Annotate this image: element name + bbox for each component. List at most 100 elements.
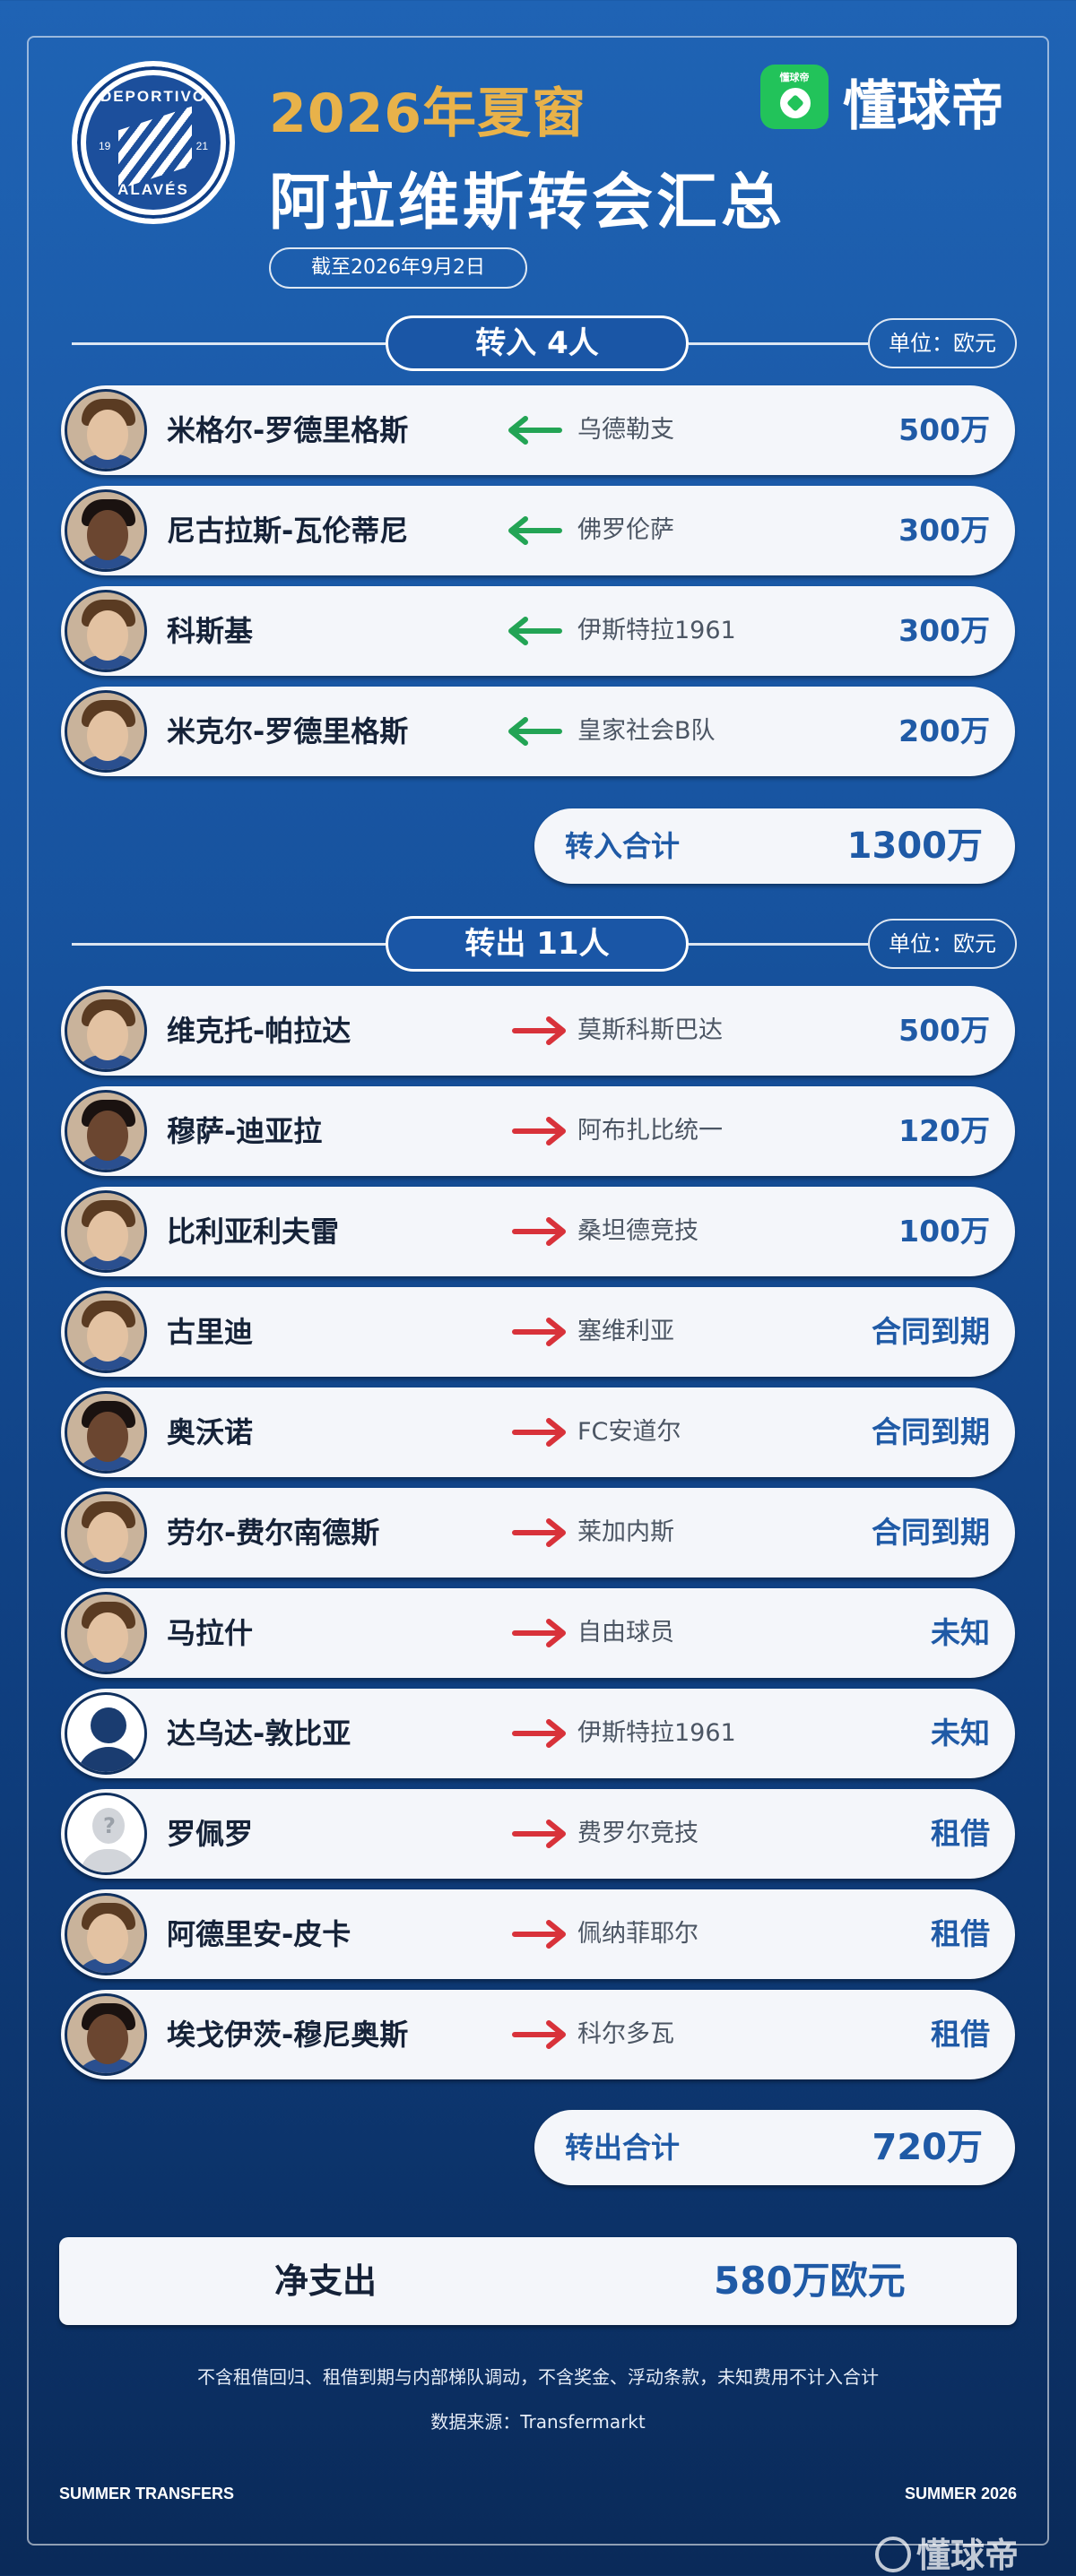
transfer-fee: 租借 — [931, 2017, 990, 2052]
brand-icon-label: 懂球帝 — [779, 72, 810, 83]
player-avatar — [65, 1190, 147, 1273]
transfer-fee: 300万 — [898, 613, 990, 648]
arrow-in-icon — [508, 616, 563, 646]
total-value: 1300万 — [846, 826, 983, 867]
player-avatar — [65, 1993, 147, 2076]
transfer-fee: 120万 — [898, 1113, 990, 1148]
club-logo-stripes — [118, 106, 192, 190]
club-name: 自由球员 — [577, 1619, 674, 1647]
arrow-out-icon — [511, 1317, 567, 1347]
page-title: 阿拉维斯转会汇总 — [269, 168, 786, 238]
brand-logo-icon: 懂球帝 — [760, 65, 829, 129]
arrow-out-icon — [511, 1216, 567, 1247]
club-name: 伊斯特拉1961 — [577, 1719, 736, 1747]
footnote: 不含租借回归、租借到期与内部梯队调动，不含奖金、浮动条款，未知费用不计入合计 — [197, 2366, 879, 2388]
club-name: 塞维利亚 — [577, 1318, 674, 1345]
transfer-fee: 合同到期 — [872, 1414, 990, 1449]
arrow-out-icon — [511, 1016, 567, 1046]
transfer-row: 奥沃诺 FC安道尔 合同到期 — [61, 1387, 1015, 1477]
player-name: 罗佩罗 — [167, 1817, 254, 1851]
watermark-text: 懂球帝 — [916, 2536, 1020, 2575]
default-avatar-icon — [65, 1692, 147, 1775]
transfer-fee: 租借 — [931, 1816, 990, 1851]
player-avatar — [65, 590, 147, 672]
arrow-out-icon — [511, 1718, 567, 1749]
player-name: 科斯基 — [167, 614, 254, 648]
club-name: 阿布扎比统一 — [577, 1117, 723, 1145]
club-name: 费罗尔竞技 — [577, 1820, 699, 1847]
total-value: 720万 — [872, 2127, 984, 2168]
unit-badge: 单位：欧元 — [868, 318, 1017, 368]
arrow-out-icon — [511, 1116, 567, 1146]
club-name: FC安道尔 — [577, 1418, 681, 1446]
transfer-row: 古里迪 塞维利亚 合同到期 — [61, 1287, 1015, 1377]
arrow-out-icon — [511, 1819, 567, 1849]
player-name: 阿德里安-皮卡 — [167, 1917, 351, 1951]
arrow-in-icon — [508, 716, 563, 747]
player-name: 马拉什 — [167, 1616, 254, 1650]
club-name: 皇家社会B队 — [577, 717, 716, 745]
player-avatar — [65, 1090, 147, 1172]
club-name: 乌德勒支 — [577, 416, 674, 444]
section-divider — [72, 943, 386, 946]
club-name: 佛罗伦萨 — [577, 516, 674, 544]
player-name: 古里迪 — [167, 1315, 254, 1349]
total-label: 转入合计 — [565, 829, 681, 863]
player-name: 米克尔-罗德里格斯 — [167, 714, 409, 748]
transfer-fee: 租借 — [931, 1916, 990, 1951]
arrow-in-icon — [508, 415, 563, 445]
player-avatar — [65, 1491, 147, 1574]
data-source: 数据来源：Transfermarkt — [430, 2411, 646, 2433]
unit-badge: 单位：欧元 — [868, 919, 1017, 969]
player-avatar — [65, 1391, 147, 1474]
transfer-fee: 200万 — [898, 713, 990, 748]
transfer-row: 尼古拉斯-瓦伦蒂尼 佛罗伦萨 300万 — [61, 486, 1015, 575]
club-name: 佩纳菲耶尔 — [577, 1920, 699, 1948]
club-logo: DEPORTIVO 19 21 ALAVÉS — [72, 61, 235, 224]
club-name: 伊斯特拉1961 — [577, 617, 736, 644]
club-logo-year-left: 19 — [99, 140, 111, 152]
net-spend-label: 净支出 — [274, 2261, 377, 2301]
player-name: 米格尔-罗德里格斯 — [167, 413, 409, 447]
transfer-row: 埃戈伊茨-穆尼奥斯 科尔多瓦 租借 — [61, 1990, 1015, 2079]
transfer-row: 维克托-帕拉达 莫斯科斯巴达 500万 — [61, 986, 1015, 1076]
player-avatar — [65, 990, 147, 1072]
player-name: 达乌达-敦比亚 — [167, 1716, 351, 1750]
transfer-row: 科斯基 伊斯特拉1961 300万 — [61, 586, 1015, 676]
transfer-fee: 100万 — [898, 1214, 990, 1249]
player-avatar — [65, 489, 147, 572]
transfers-in-header: 转入 4人 — [386, 316, 689, 371]
player-avatar — [65, 1291, 147, 1373]
footer-right-text: SUMMER 2026 — [904, 2485, 1017, 2503]
player-avatar — [65, 1592, 147, 1674]
club-name: 桑坦德竞技 — [577, 1217, 699, 1245]
transfers-out-total: 转出合计 720万 — [534, 2110, 1015, 2185]
club-name: 科尔多瓦 — [577, 2020, 674, 2048]
arrow-out-icon — [511, 2019, 567, 2050]
player-avatar — [65, 389, 147, 471]
player-name: 维克托-帕拉达 — [167, 1014, 351, 1048]
season-title: 2026年夏窗 — [269, 82, 586, 145]
arrow-out-icon — [511, 1417, 567, 1448]
club-logo-top-text: DEPORTIVO — [100, 88, 207, 105]
transfer-row: 米格尔-罗德里格斯 乌德勒支 500万 — [61, 385, 1015, 475]
section-divider — [689, 342, 868, 345]
player-name: 尼古拉斯-瓦伦蒂尼 — [167, 514, 409, 548]
transfer-fee: 合同到期 — [872, 1515, 990, 1550]
net-spend-value: 580万欧元 — [714, 2259, 906, 2303]
soccer-ball-icon — [780, 88, 811, 118]
transfer-row: ? 罗佩罗 费罗尔竞技 租借 — [61, 1789, 1015, 1879]
transfer-row: 达乌达-敦比亚 伊斯特拉1961 未知 — [61, 1689, 1015, 1778]
total-label: 转出合计 — [565, 2131, 681, 2165]
arrow-out-icon — [511, 1919, 567, 1949]
player-name: 劳尔-费尔南德斯 — [167, 1516, 380, 1550]
net-spend-panel: 净支出 580万欧元 — [59, 2237, 1017, 2325]
player-name: 埃戈伊茨-穆尼奥斯 — [167, 2018, 409, 2052]
transfer-fee: 未知 — [931, 1716, 990, 1750]
section-divider — [689, 943, 868, 946]
brand-name: 懂球帝 — [843, 75, 1004, 138]
arrow-in-icon — [508, 515, 563, 546]
transfer-row: 穆萨-迪亚拉 阿布扎比统一 120万 — [61, 1086, 1015, 1176]
transfer-row: 米克尔-罗德里格斯 皇家社会B队 200万 — [61, 687, 1015, 776]
transfer-row: 比利亚利夫雷 桑坦德竞技 100万 — [61, 1187, 1015, 1276]
